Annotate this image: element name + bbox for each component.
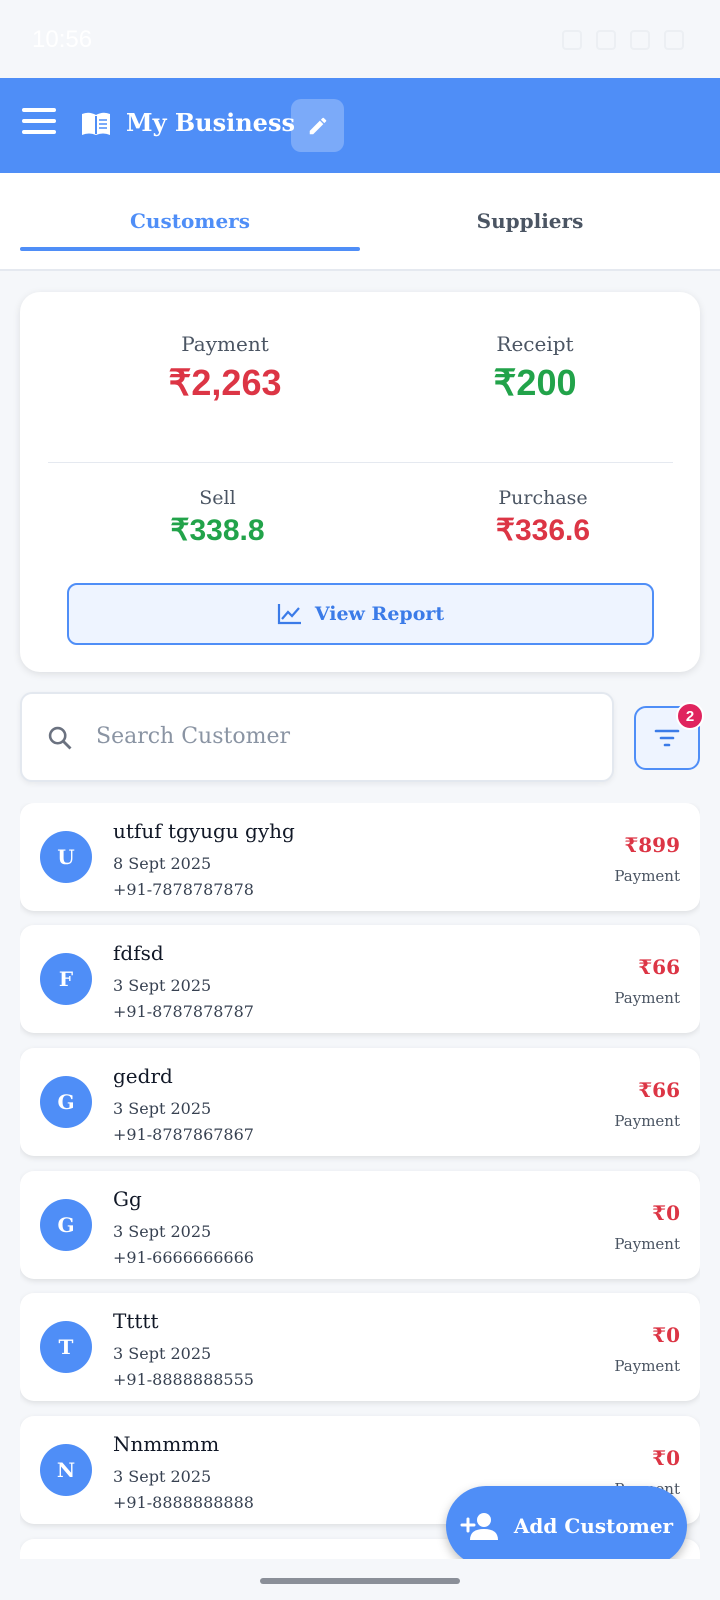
view-report-label: View Report bbox=[314, 603, 445, 625]
customer-name: gedrd bbox=[113, 1064, 173, 1088]
customer-date: 3 Sept 2025 bbox=[113, 1222, 212, 1241]
customer-date: 3 Sept 2025 bbox=[113, 976, 212, 995]
home-indicator[interactable] bbox=[260, 1578, 460, 1584]
avatar: U bbox=[40, 831, 92, 883]
add-customer-button[interactable]: Add Customer bbox=[446, 1486, 687, 1566]
customer-amount-type: Payment bbox=[614, 867, 680, 885]
wifi-icon bbox=[596, 30, 616, 50]
avatar: F bbox=[40, 953, 92, 1005]
pencil-icon bbox=[309, 117, 326, 134]
customer-amount-type: Payment bbox=[614, 1112, 680, 1130]
customer-list: U utfuf tgyugu gyhg 8 Sept 2025 +91-7878… bbox=[20, 803, 700, 1559]
search-icon bbox=[48, 726, 72, 750]
receipt-label: Receipt bbox=[496, 332, 574, 356]
customer-card[interactable]: G Gg 3 Sept 2025 +91-6666666666 ₹0 Payme… bbox=[20, 1171, 700, 1279]
customer-card[interactable]: T Ttttt 3 Sept 2025 +91-8888888555 ₹0 Pa… bbox=[20, 1293, 700, 1401]
search-input[interactable]: Search Customer bbox=[20, 692, 614, 782]
customer-date: 8 Sept 2025 bbox=[113, 854, 212, 873]
purchase-value: ₹336.6 bbox=[495, 514, 591, 547]
customer-card[interactable]: F fdfsd 3 Sept 2025 +91-8787878787 ₹66 P… bbox=[20, 925, 700, 1033]
add-person-icon bbox=[460, 1513, 498, 1540]
customer-name: Gg bbox=[113, 1187, 142, 1211]
filter-count-badge: 2 bbox=[676, 702, 704, 730]
customer-phone: +91-8787867867 bbox=[113, 1125, 254, 1144]
filter-icon bbox=[654, 729, 680, 747]
sell-value: ₹338.8 bbox=[170, 514, 265, 547]
summary-card: Payment ₹2,263 Receipt ₹200 Sell ₹338.8 … bbox=[20, 292, 700, 672]
customer-date: 3 Sept 2025 bbox=[113, 1467, 212, 1486]
view-report-button[interactable]: View Report bbox=[67, 583, 654, 645]
payment-label: Payment bbox=[181, 332, 269, 356]
customer-amount: ₹66 bbox=[638, 1078, 680, 1102]
status-time: 10:56 bbox=[32, 26, 93, 53]
battery-icon bbox=[664, 30, 684, 50]
tab-bar: Customers Suppliers bbox=[0, 173, 720, 271]
purchase-stat: Purchase ₹336.6 bbox=[418, 487, 668, 548]
customer-amount-type: Payment bbox=[614, 1357, 680, 1375]
alarm-icon bbox=[562, 30, 582, 50]
status-bar: 10:56 bbox=[0, 0, 720, 78]
sell-stat: Sell ₹338.8 bbox=[100, 487, 335, 548]
purchase-label: Purchase bbox=[498, 487, 588, 509]
avatar: T bbox=[40, 1321, 92, 1373]
add-customer-label: Add Customer bbox=[513, 1514, 674, 1538]
avatar: G bbox=[40, 1199, 92, 1251]
status-icons bbox=[562, 30, 684, 50]
customer-date: 3 Sept 2025 bbox=[113, 1099, 212, 1118]
customer-name: utfuf tgyugu gyhg bbox=[113, 819, 295, 843]
tab-suppliers[interactable]: Suppliers bbox=[360, 209, 700, 233]
customer-amount: ₹899 bbox=[624, 833, 680, 857]
customer-phone: +91-7878787878 bbox=[113, 880, 254, 899]
receipt-value: ₹200 bbox=[493, 362, 577, 403]
app-title: My Business bbox=[126, 108, 295, 137]
customer-phone: +91-6666666666 bbox=[113, 1248, 254, 1267]
menu-icon[interactable] bbox=[22, 108, 56, 138]
customer-amount-type: Payment bbox=[614, 1235, 680, 1253]
sell-label: Sell bbox=[199, 487, 236, 509]
customer-name: Nnmmmm bbox=[113, 1432, 220, 1456]
book-icon bbox=[82, 112, 110, 135]
customer-amount: ₹0 bbox=[652, 1323, 680, 1347]
customer-phone: +91-8888888888 bbox=[113, 1493, 254, 1512]
chart-line-icon bbox=[277, 604, 301, 625]
customer-amount: ₹0 bbox=[652, 1201, 680, 1225]
signal-icon bbox=[630, 30, 650, 50]
edit-business-button[interactable] bbox=[291, 99, 344, 152]
customer-card[interactable]: U utfuf tgyugu gyhg 8 Sept 2025 +91-7878… bbox=[20, 803, 700, 911]
active-tab-indicator bbox=[20, 247, 360, 251]
customer-amount-type: Payment bbox=[614, 989, 680, 1007]
customer-phone: +91-8787878787 bbox=[113, 1002, 254, 1021]
receipt-stat: Receipt ₹200 bbox=[410, 332, 660, 404]
summary-divider bbox=[48, 462, 673, 463]
app-bar: My Business bbox=[0, 78, 720, 173]
customer-card[interactable]: G gedrd 3 Sept 2025 +91-8787867867 ₹66 P… bbox=[20, 1048, 700, 1156]
payment-value: ₹2,263 bbox=[168, 362, 282, 403]
avatar: G bbox=[40, 1076, 92, 1128]
customer-amount: ₹0 bbox=[652, 1446, 680, 1470]
customer-name: Ttttt bbox=[113, 1309, 159, 1333]
tab-customers[interactable]: Customers bbox=[20, 209, 360, 233]
search-placeholder: Search Customer bbox=[96, 724, 290, 749]
customer-name: fdfsd bbox=[113, 941, 164, 965]
customer-phone: +91-8888888555 bbox=[113, 1370, 254, 1389]
system-nav-bar bbox=[0, 1559, 720, 1600]
avatar: N bbox=[40, 1444, 92, 1496]
payment-stat: Payment ₹2,263 bbox=[100, 332, 350, 404]
customer-date: 3 Sept 2025 bbox=[113, 1344, 212, 1363]
customer-amount: ₹66 bbox=[638, 955, 680, 979]
